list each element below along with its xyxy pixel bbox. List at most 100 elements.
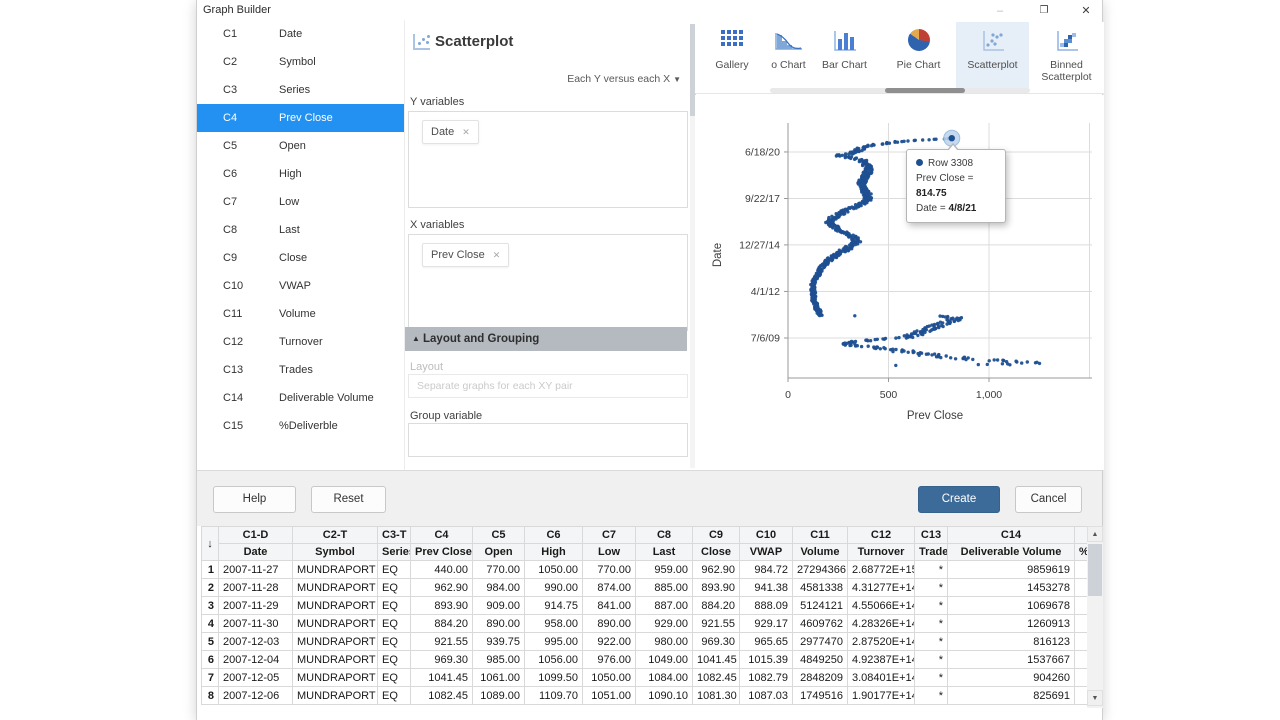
table-cell[interactable]: [1075, 633, 1088, 651]
gallery-tile-gallery[interactable]: Gallery: [696, 22, 768, 88]
table-cell[interactable]: 962.90: [411, 579, 473, 597]
table-cell[interactable]: 985.00: [473, 651, 525, 669]
row-number[interactable]: 6: [202, 651, 219, 669]
table-cell[interactable]: EQ: [378, 615, 411, 633]
row-number[interactable]: 1: [202, 561, 219, 579]
column-item-c15[interactable]: C15%Deliverble: [197, 412, 404, 440]
x-variable-chip[interactable]: Prev Close✕: [422, 243, 509, 267]
table-cell[interactable]: EQ: [378, 597, 411, 615]
table-cell[interactable]: 984.72: [740, 561, 793, 579]
table-cell[interactable]: 990.00: [525, 579, 583, 597]
table-cell[interactable]: 4581338: [793, 579, 848, 597]
table-cell[interactable]: 1041.45: [693, 651, 740, 669]
column-id-header[interactable]: C1-D: [219, 527, 293, 544]
table-cell[interactable]: 884.20: [411, 615, 473, 633]
create-button[interactable]: Create: [918, 486, 1000, 513]
row-number[interactable]: 2: [202, 579, 219, 597]
table-cell[interactable]: 1056.00: [525, 651, 583, 669]
table-cell[interactable]: 965.65: [740, 633, 793, 651]
reset-button[interactable]: Reset: [311, 486, 386, 513]
table-cell[interactable]: 770.00: [583, 561, 636, 579]
column-item-c12[interactable]: C12Turnover: [197, 328, 404, 356]
table-cell[interactable]: EQ: [378, 651, 411, 669]
table-cell[interactable]: 874.00: [583, 579, 636, 597]
table-scrollbar-thumb[interactable]: [1088, 544, 1102, 596]
table-cell[interactable]: 893.90: [411, 597, 473, 615]
table-cell[interactable]: MUNDRAPORT: [293, 615, 378, 633]
column-name-header[interactable]: %D: [1075, 544, 1088, 561]
remove-chip-icon[interactable]: ✕: [462, 127, 470, 137]
minimize-icon[interactable]: –: [983, 0, 1017, 22]
table-cell[interactable]: 9859619: [948, 561, 1075, 579]
column-id-header[interactable]: [1075, 527, 1088, 544]
column-name-header[interactable]: Trades: [915, 544, 948, 561]
column-item-c9[interactable]: C9Close: [197, 244, 404, 272]
table-cell[interactable]: 969.30: [411, 651, 473, 669]
column-item-c7[interactable]: C7Low: [197, 188, 404, 216]
table-cell[interactable]: 1082.79: [740, 669, 793, 687]
layout-select[interactable]: Separate graphs for each XY pair: [408, 374, 688, 398]
table-cell[interactable]: [1075, 651, 1088, 669]
table-cell[interactable]: 1260913: [948, 615, 1075, 633]
table-cell[interactable]: 1109.70: [525, 687, 583, 705]
restore-icon[interactable]: ❐: [1027, 0, 1061, 22]
table-cell[interactable]: EQ: [378, 669, 411, 687]
table-cell[interactable]: 921.55: [411, 633, 473, 651]
table-cell[interactable]: 2007-11-28: [219, 579, 293, 597]
scroll-down-icon[interactable]: ▼: [1087, 690, 1103, 706]
column-item-c13[interactable]: C13Trades: [197, 356, 404, 384]
table-cell[interactable]: EQ: [378, 579, 411, 597]
column-id-header[interactable]: C11: [793, 527, 848, 544]
table-cell[interactable]: [1075, 615, 1088, 633]
mode-selector[interactable]: Each Y versus each X ▼: [567, 73, 681, 85]
table-cell[interactable]: 4849250: [793, 651, 848, 669]
column-id-header[interactable]: C2-T: [293, 527, 378, 544]
table-cell[interactable]: 962.90: [693, 561, 740, 579]
title-bar[interactable]: Graph Builder – ❐ ✕: [197, 0, 1102, 22]
table-cell[interactable]: 929.17: [740, 615, 793, 633]
table-cell[interactable]: 890.00: [583, 615, 636, 633]
y-variables-box[interactable]: Date✕: [408, 111, 688, 208]
column-name-header[interactable]: Low: [583, 544, 636, 561]
column-id-header[interactable]: C9: [693, 527, 740, 544]
table-cell[interactable]: 939.75: [473, 633, 525, 651]
table-cell[interactable]: MUNDRAPORT: [293, 669, 378, 687]
table-cell[interactable]: 2007-12-04: [219, 651, 293, 669]
table-cell[interactable]: 4609762: [793, 615, 848, 633]
table-cell[interactable]: 914.75: [525, 597, 583, 615]
column-item-c10[interactable]: C10VWAP: [197, 272, 404, 300]
table-cell[interactable]: 1089.00: [473, 687, 525, 705]
table-cell[interactable]: 888.09: [740, 597, 793, 615]
table-cell[interactable]: 1090.10: [636, 687, 693, 705]
gallery-scrollbar[interactable]: [770, 88, 1030, 93]
table-cell[interactable]: 995.00: [525, 633, 583, 651]
column-name-header[interactable]: VWAP: [740, 544, 793, 561]
table-cell[interactable]: 825691: [948, 687, 1075, 705]
table-cell[interactable]: 929.00: [636, 615, 693, 633]
table-cell[interactable]: 5124121: [793, 597, 848, 615]
table-cell[interactable]: EQ: [378, 561, 411, 579]
table-cell[interactable]: 2007-12-03: [219, 633, 293, 651]
table-cell[interactable]: 909.00: [473, 597, 525, 615]
table-cell[interactable]: 440.00: [411, 561, 473, 579]
scatter-plot[interactable]: 6/18/209/22/1712/27/144/1/127/6/0905001,…: [695, 95, 1104, 470]
help-button[interactable]: Help: [213, 486, 296, 513]
gallery-tile-scatterplot[interactable]: Scatterplot: [956, 22, 1029, 88]
column-id-header[interactable]: C13: [915, 527, 948, 544]
table-cell[interactable]: *: [915, 615, 948, 633]
table-cell[interactable]: 976.00: [583, 651, 636, 669]
table-cell[interactable]: 885.00: [636, 579, 693, 597]
table-cell[interactable]: 2007-11-29: [219, 597, 293, 615]
table-cell[interactable]: 958.00: [525, 615, 583, 633]
table-cell[interactable]: 4.28326E+14: [848, 615, 915, 633]
column-id-header[interactable]: C4: [411, 527, 473, 544]
table-cell[interactable]: *: [915, 579, 948, 597]
column-item-c14[interactable]: C14Deliverable Volume: [197, 384, 404, 412]
gallery-tile-binned-scatterplot[interactable]: Binned Scatterplot: [1030, 22, 1103, 88]
scroll-up-icon[interactable]: ▲: [1087, 526, 1103, 542]
table-cell[interactable]: 2848209: [793, 669, 848, 687]
table-cell[interactable]: 922.00: [583, 633, 636, 651]
table-cell[interactable]: 1099.50: [525, 669, 583, 687]
gallery-scrollbar-thumb[interactable]: [885, 88, 965, 93]
column-name-header[interactable]: Series: [378, 544, 411, 561]
